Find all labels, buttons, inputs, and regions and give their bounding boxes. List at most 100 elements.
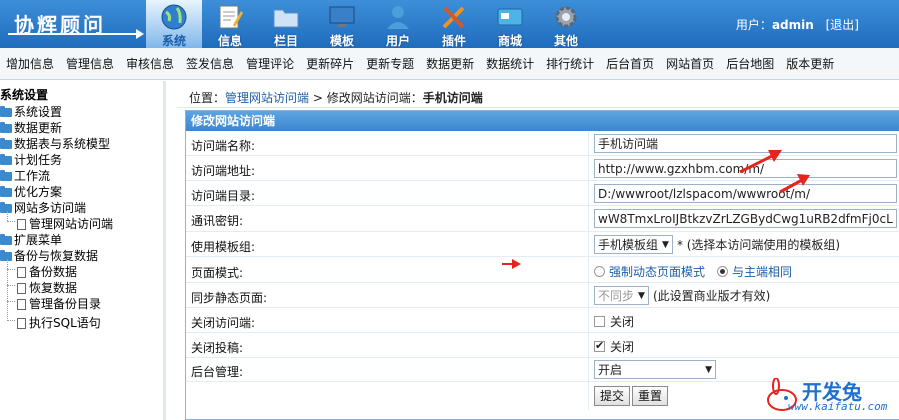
sub-nav-item[interactable]: 数据统计 — [486, 55, 534, 72]
sidebar-item-optimization[interactable]: 优化方案 — [0, 183, 62, 200]
sidebar-item-multi-site[interactable]: 网站多访问端 — [0, 199, 86, 216]
edit-document-icon — [202, 3, 258, 31]
template-group-select[interactable]: 手机模板组 ▼ — [594, 235, 673, 254]
column-divider — [588, 181, 589, 205]
sidebar-item-manage-site-access[interactable]: 管理网站访问端 — [17, 215, 113, 232]
logout-link[interactable]: [退出] — [826, 18, 859, 32]
sub-nav-item[interactable]: 后台首页 — [606, 55, 654, 72]
user-icon — [370, 3, 426, 31]
sub-nav-item[interactable]: 网站首页 — [666, 55, 714, 72]
main-tab-label: 栏目 — [273, 34, 298, 48]
folder-icon — [0, 186, 12, 197]
sidebar-item-scheduled-tasks[interactable]: 计划任务 — [0, 151, 62, 168]
main-tab-label: 用户 — [385, 34, 410, 48]
sub-nav-item[interactable]: 排行统计 — [546, 55, 594, 72]
sub-nav-item[interactable]: 数据更新 — [426, 55, 474, 72]
main-tab-label: 信息 — [217, 34, 242, 48]
form-row-key: 通讯密钥: * — [186, 206, 899, 232]
form-row-sync: 同步静态页面: 不同步 ▼ (此设置商业版才有效) — [186, 283, 899, 308]
sidebar-item-backup-data[interactable]: 备份数据 — [17, 263, 77, 280]
user-name: admin — [771, 18, 814, 32]
close-submit-text: 关闭 — [610, 340, 635, 354]
globe-icon — [146, 3, 202, 31]
annotation-arrow-directory — [779, 174, 810, 194]
close-access-control: 关闭 — [594, 313, 634, 330]
access-directory-input[interactable] — [594, 184, 897, 203]
submit-button[interactable]: 提交 — [594, 386, 631, 406]
sidebar-item-extend-menu[interactable]: 扩展菜单 — [0, 231, 62, 248]
main-tab-7[interactable]: 其他 — [538, 0, 594, 48]
main-tab-label: 模板 — [329, 34, 354, 48]
tree-connector — [7, 269, 15, 270]
folder-icon — [258, 3, 314, 31]
close-submit-control: 关闭 — [594, 338, 634, 355]
tree-connector — [7, 221, 15, 222]
reset-button[interactable]: 重置 — [632, 386, 669, 406]
main-tab-3[interactable]: 模板 — [314, 0, 370, 48]
template-label: 使用模板组: — [191, 240, 256, 254]
form-row-close-submit: 关闭投稿: 关闭 — [186, 333, 899, 358]
user-area: 用户：admin [退出] — [736, 16, 859, 33]
page-mode-control: 强制动态页面模式 与主端相同 — [594, 263, 804, 280]
main-tab-label: 系统 — [161, 34, 186, 48]
column-divider — [588, 308, 589, 332]
template-hint: * (选择本访问端使用的模板组) — [676, 238, 841, 252]
folder-open-icon — [0, 250, 12, 261]
admin-select[interactable]: 开启 ▼ — [594, 360, 716, 379]
sub-nav-item[interactable]: 版本更新 — [786, 55, 834, 72]
chevron-down-icon: ▼ — [638, 290, 645, 301]
page-mode-radio-dynamic[interactable] — [594, 266, 605, 277]
user-label: 用户： — [735, 18, 772, 32]
page-mode-option-dynamic[interactable]: 强制动态页面模式 — [609, 265, 705, 279]
sidebar-item-backup-restore[interactable]: 备份与恢复数据 — [0, 247, 98, 264]
key-label: 通讯密钥: — [191, 214, 244, 228]
main-tab-0[interactable]: 系统 — [146, 0, 202, 48]
breadcrumb-link-manage-access[interactable]: 管理网站访问端 — [225, 91, 309, 105]
sub-nav-item[interactable]: 更新专题 — [366, 55, 414, 72]
column-divider — [588, 156, 589, 180]
sidebar-item-manage-backup-dir[interactable]: 管理备份目录 — [17, 295, 101, 312]
tree-connector — [7, 285, 15, 286]
main-tab-2[interactable]: 栏目 — [258, 0, 314, 48]
template-control: 手机模板组 ▼ * (选择本访问端使用的模板组) — [594, 235, 840, 254]
logo-arrow-decoration — [8, 29, 144, 39]
sidebar-item-data-update[interactable]: 数据更新 — [0, 119, 62, 136]
page-mode-radio-same[interactable] — [717, 266, 729, 277]
sub-nav-item[interactable]: 签发信息 — [186, 55, 234, 72]
sub-nav-item[interactable]: 增加信息 — [6, 55, 54, 72]
sub-nav-item[interactable]: 管理信息 — [66, 55, 114, 72]
main-tab-1[interactable]: 信息 — [202, 0, 258, 48]
page-mode-option-same[interactable]: 与主端相同 — [732, 265, 792, 279]
name-label: 访问端名称: — [191, 139, 256, 153]
sidebar-item-system-settings[interactable]: 系统设置 — [0, 103, 62, 120]
sync-label: 同步静态页面: — [191, 291, 268, 305]
close-access-checkbox[interactable] — [594, 316, 605, 327]
column-divider — [588, 333, 589, 357]
close-submit-checkbox[interactable] — [594, 339, 605, 352]
main-tab-5[interactable]: 插件 — [426, 0, 482, 48]
tree-connector — [7, 320, 15, 321]
sub-nav-item[interactable]: 审核信息 — [126, 55, 174, 72]
sidebar-item-exec-sql[interactable]: 执行SQL语句 — [17, 314, 101, 331]
sub-nav-item[interactable]: 更新碎片 — [306, 55, 354, 72]
chevron-down-icon: ▼ — [662, 239, 669, 250]
sub-nav-item[interactable]: 管理评论 — [246, 55, 294, 72]
document-icon — [17, 219, 26, 230]
sidebar-item-workflow[interactable]: 工作流 — [0, 167, 50, 184]
sub-nav-item[interactable]: 后台地图 — [726, 55, 774, 72]
watermark-url: www.kaifatu.com — [788, 400, 888, 413]
sidebar-item-data-table-model[interactable]: 数据表与系统模型 — [0, 135, 110, 152]
breadcrumb: 位置：管理网站访问端 > 修改网站访问端：手机访问端 — [189, 89, 483, 106]
sync-select[interactable]: 不同步 ▼ — [594, 286, 649, 305]
tools-icon — [426, 3, 482, 31]
main-tab-4[interactable]: 用户 — [370, 0, 426, 48]
form-title: 修改网站访问端 — [186, 111, 899, 131]
main-content: 位置：管理网站访问端 > 修改网站访问端：手机访问端 修改网站访问端 访问端名称… — [177, 81, 899, 420]
secret-key-input[interactable] — [594, 209, 897, 228]
breadcrumb-prefix: 位置： — [189, 91, 226, 105]
form-actions: 提交 重置 — [594, 386, 670, 406]
gear-icon — [538, 3, 594, 31]
main-tab-6[interactable]: 商城 — [482, 0, 538, 48]
sidebar-item-restore-data[interactable]: 恢复数据 — [17, 279, 77, 296]
main-tab-label: 商城 — [497, 34, 522, 48]
